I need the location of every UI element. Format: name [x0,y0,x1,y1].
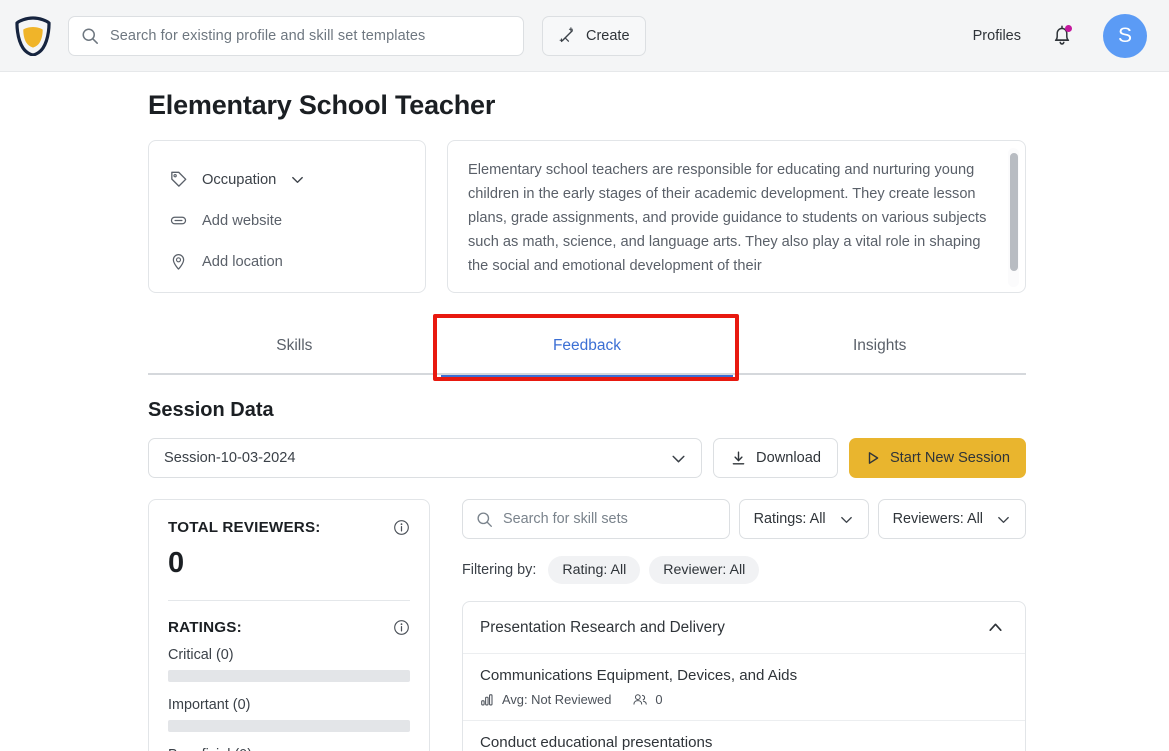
info-icon[interactable] [393,619,410,636]
session-controls-row: Session-10-03-2024 Download Start New Se… [148,438,1026,478]
skill-group-header[interactable]: Presentation Research and Delivery [463,602,1025,654]
skill-name: Communications Equipment, Devices, and A… [480,667,798,684]
skill-group-title: Presentation Research and Delivery [480,618,725,636]
global-search-input[interactable]: Search for existing profile and skill se… [68,15,524,56]
link-icon [170,216,187,225]
ratings-filter-dropdown[interactable]: Ratings: All [738,499,869,539]
skill-reviewer-count: 0 [655,692,663,707]
session-select-value: Session-10-03-2024 [164,450,296,466]
rating-bar-critical [168,670,410,682]
filtering-by-label: Filtering by: [462,562,537,578]
location-pin-icon [172,254,185,270]
skill-list-item[interactable]: Conduct educational presentations [463,721,1025,751]
skill-group-card: Presentation Research and Delivery Commu… [462,601,1026,751]
skill-sets-toolbar: Search for skill sets Ratings: All Revie… [462,499,1026,539]
rating-label-critical: Critical (0) [168,647,234,663]
add-website-label: Add website [202,212,283,229]
rating-label-important: Important (0) [168,697,251,713]
active-filters-row: Filtering by: Rating: All Reviewer: All [462,556,1026,584]
skill-search-placeholder: Search for skill sets [503,511,628,527]
ratings-label: RATINGS: [168,619,242,636]
search-icon [477,511,492,527]
occupation-selector[interactable]: Occupation [169,159,405,200]
download-icon [732,451,745,464]
page-body: Elementary School Teacher Occupation Add… [0,72,1169,751]
reviewer-stats-card: TOTAL REVIEWERS: 0 RATINGS: Critical (0)… [148,499,430,751]
bar-chart-icon [481,694,493,706]
filter-chip-rating[interactable]: Rating: All [548,556,641,584]
rating-row-beneficial: Beneficial (0) [168,747,410,751]
skill-name: Conduct educational presentations [480,734,713,751]
skill-average-rating: Avg: Not Reviewed [502,692,612,707]
skill-search-input[interactable]: Search for skill sets [462,499,730,539]
rating-row-critical: Critical (0) [168,647,410,682]
feedback-lower-section: TOTAL REVIEWERS: 0 RATINGS: Critical (0)… [148,499,1026,751]
chevron-down-icon [672,455,685,462]
reviewers-filter-label: Reviewers: All [892,511,983,527]
notification-badge-dot [1065,24,1072,32]
chevron-down-icon [292,176,304,184]
tab-feedback-label: Feedback [552,337,622,354]
tag-icon [171,171,187,187]
create-button-label: Create [586,27,630,44]
start-new-session-label: Start New Session [889,450,1010,466]
user-avatar[interactable]: S [1103,13,1147,58]
tab-feedback[interactable]: Feedback [440,317,734,377]
tab-skills[interactable]: Skills [148,317,441,375]
rating-row-important: Important (0) [168,697,410,732]
search-icon [82,27,98,44]
add-location-button[interactable]: Add location [169,241,405,282]
play-icon [868,452,879,464]
filter-chip-reviewer[interactable]: Reviewer: All [649,556,760,584]
total-reviewers-label: TOTAL REVIEWERS: [168,519,321,536]
info-icon[interactable] [393,519,410,536]
topbar-actions: Profiles S [973,13,1153,58]
download-button[interactable]: Download [713,438,838,478]
profiles-link[interactable]: Profiles [973,28,1021,44]
ratings-header: RATINGS: [168,619,410,636]
rating-label-beneficial: Beneficial (0) [168,747,410,751]
add-location-label: Add location [202,253,283,270]
avatar-initial: S [1117,23,1132,47]
tab-insights[interactable]: Insights [733,317,1026,375]
profile-description-text: Elementary school teachers are responsib… [468,162,987,274]
global-search-placeholder: Search for existing profile and skill se… [110,27,426,44]
ratings-filter-label: Ratings: All [753,511,826,527]
people-icon [633,694,648,705]
session-data-heading: Session Data [148,399,274,421]
total-reviewers-value: 0 [168,547,185,579]
skill-sets-panel: Search for skill sets Ratings: All Revie… [462,499,1026,751]
chevron-down-icon [840,516,852,523]
magic-wand-icon [559,27,573,43]
session-select[interactable]: Session-10-03-2024 [148,438,703,478]
start-new-session-button[interactable]: Start New Session [848,438,1026,478]
chevron-up-icon [989,623,1002,631]
notifications-button[interactable] [1051,24,1073,48]
rating-bar-important [168,720,410,732]
add-website-button[interactable]: Add website [169,200,405,241]
download-button-label: Download [756,450,821,466]
profile-meta-card: Occupation Add website Add location [148,140,426,293]
shield-logo[interactable] [14,15,52,56]
occupation-label: Occupation [202,171,277,188]
tab-skills-label: Skills [276,337,313,354]
chevron-down-icon [998,516,1009,523]
skill-meta: Avg: Not Reviewed 0 [480,692,1008,707]
description-scrollbar-thumb[interactable] [1010,153,1018,271]
top-navigation-bar: Search for existing profile and skill se… [0,0,1169,72]
profile-description-card: Elementary school teachers are responsib… [447,140,1026,293]
profile-tabs: Skills Feedback Insights [148,317,1026,377]
reviewers-filter-dropdown[interactable]: Reviewers: All [877,499,1026,539]
tab-insights-label: Insights [852,337,907,354]
stats-divider [168,600,410,601]
skill-list-item[interactable]: Communications Equipment, Devices, and A… [463,654,1025,721]
tabs-region: Skills Feedback Insights [148,314,1026,381]
total-reviewers-header: TOTAL REVIEWERS: [168,519,410,536]
page-title: Elementary School Teacher [148,90,496,120]
main-content: Elementary School Teacher Occupation Add… [148,72,1026,751]
profile-info-row: Occupation Add website Add location Elem… [148,140,1026,293]
create-button[interactable]: Create [542,15,646,56]
